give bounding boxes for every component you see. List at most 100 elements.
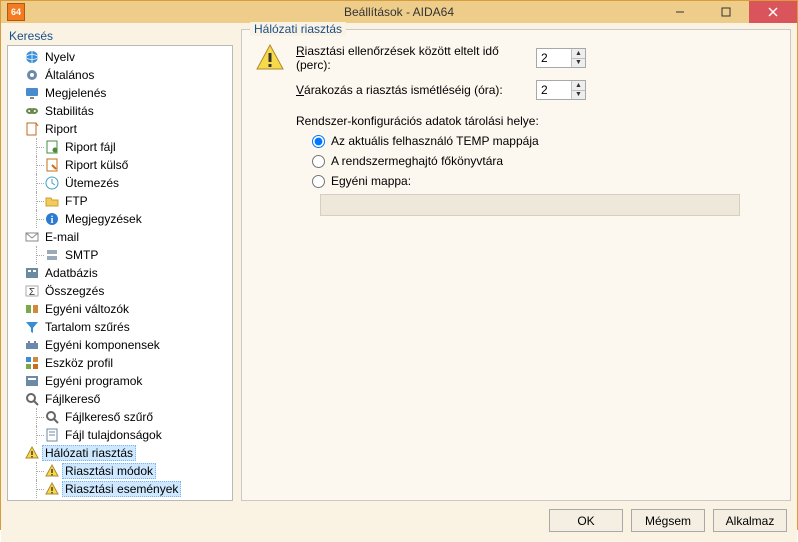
tree-label: Megjegyzések	[62, 212, 145, 226]
tree-label: Nyelv	[42, 50, 78, 64]
monitor-icon	[24, 85, 40, 101]
tree-item-smtp[interactable]: SMTP	[22, 246, 232, 264]
radio-sysdrive-root-input[interactable]	[312, 155, 325, 168]
tree-label: Tartalom szűrés	[42, 320, 133, 334]
tree-label: Fájlkereső	[42, 392, 103, 406]
tree-label: Riasztási események	[62, 481, 181, 497]
svg-text:Σ: Σ	[29, 287, 35, 298]
wait-repeat-input[interactable]	[537, 81, 571, 99]
svg-text:i: i	[51, 215, 54, 226]
tree-item-egyeni-programok[interactable]: Egyéni programok	[10, 372, 232, 390]
page-external-icon	[44, 157, 60, 173]
radio-custom-folder-input[interactable]	[312, 175, 325, 188]
tree-item-utemezes[interactable]: Ütemezés	[22, 174, 232, 192]
profile-icon	[24, 355, 40, 371]
server-icon	[44, 247, 60, 263]
storage-location-label: Rendszer-konfigurációs adatok tárolási h…	[296, 114, 778, 128]
spinner-down[interactable]: ▼	[572, 59, 585, 68]
window-controls	[657, 1, 797, 23]
folder-icon	[44, 193, 60, 209]
tree-item-fajlkereso-szuro[interactable]: Fájlkereső szűrő	[22, 408, 232, 426]
tree-item-tartalom-szures[interactable]: Tartalom szűrés	[10, 318, 232, 336]
tree-label: Hálózati riasztás	[42, 445, 136, 461]
tree-item-riasztasi-esemenyek[interactable]: Riasztási események	[22, 480, 232, 498]
warning-icon	[24, 445, 40, 461]
tree-label: Riasztási módok	[62, 463, 156, 479]
cancel-button[interactable]: Mégsem	[631, 509, 705, 532]
check-interval-row: Riasztási ellenőrzések között eltelt idő…	[296, 44, 778, 72]
tree-label: Stabilitás	[42, 104, 97, 118]
spinner-arrows: ▲ ▼	[571, 49, 585, 67]
tree-item-email[interactable]: E-mail	[10, 228, 232, 246]
mail-icon	[24, 229, 40, 245]
tree-item-egyeni-komponensek[interactable]: Egyéni komponensek	[10, 336, 232, 354]
sigma-icon: Σ	[24, 283, 40, 299]
right-panel: Hálózati riasztás Riasztási ellenőrzések…	[241, 29, 791, 501]
ok-button[interactable]: OK	[549, 509, 623, 532]
funnel-icon	[24, 319, 40, 335]
app-icon: 64	[7, 3, 25, 21]
tree-item-osszegzes[interactable]: Σ Összegzés	[10, 282, 232, 300]
search-icon	[44, 409, 60, 425]
radio-label: Egyéni mappa:	[331, 174, 411, 188]
tree-container[interactable]: Nyelv Általános Megjelenés	[7, 45, 233, 501]
components-icon	[24, 337, 40, 353]
tree-item-megjegyzesek[interactable]: i Megjegyzések	[22, 210, 232, 228]
tree-label: Egyéni komponensek	[42, 338, 163, 352]
variables-icon	[24, 301, 40, 317]
tree-item-riport[interactable]: Riport	[10, 120, 232, 138]
tree-label: Adatbázis	[42, 266, 101, 280]
radio-user-temp-input[interactable]	[312, 135, 325, 148]
tree-label: Eszköz profil	[42, 356, 116, 370]
spinner-down[interactable]: ▼	[572, 91, 585, 100]
radio-label: A rendszermeghajtó főkönyvtára	[331, 154, 503, 168]
clock-icon	[44, 175, 60, 191]
tree-item-eszkoz-profil[interactable]: Eszköz profil	[10, 354, 232, 372]
close-button[interactable]	[749, 1, 797, 23]
tree-item-riport-fajl[interactable]: Riport fájl	[22, 138, 232, 156]
tree-label: E-mail	[42, 230, 82, 244]
wait-repeat-spinner[interactable]: ▲ ▼	[536, 80, 586, 100]
tree-label: Fájl tulajdonságok	[62, 428, 165, 442]
tree-item-altalanos[interactable]: Általános	[10, 66, 232, 84]
tree-label: Egyéni programok	[42, 374, 145, 388]
tree-item-egyeni-valtozok[interactable]: Egyéni változók	[10, 300, 232, 318]
info-icon: i	[44, 211, 60, 227]
left-panel: Keresés Nyelv Általános	[7, 29, 233, 501]
tree-label: SMTP	[62, 248, 101, 262]
spinner-up[interactable]: ▲	[572, 49, 585, 59]
check-interval-spinner[interactable]: ▲ ▼	[536, 48, 586, 68]
wait-repeat-row: Várakozás a riasztás ismétléséig (óra): …	[296, 80, 778, 100]
fields: Riasztási ellenőrzések között eltelt idő…	[296, 42, 778, 216]
radio-user-temp[interactable]: Az aktuális felhasználó TEMP mappája	[312, 134, 778, 148]
tree-label: Egyéni változók	[42, 302, 132, 316]
tree-item-riport-kulso[interactable]: Riport külső	[22, 156, 232, 174]
tree-label: Riport külső	[62, 158, 131, 172]
tree-item-nyelv[interactable]: Nyelv	[10, 48, 232, 66]
database-icon	[24, 265, 40, 281]
spinner-arrows: ▲ ▼	[571, 81, 585, 99]
radio-custom-folder[interactable]: Egyéni mappa:	[312, 174, 778, 188]
titlebar: 64 Beállítások - AIDA64	[1, 1, 797, 23]
storage-radios: Az aktuális felhasználó TEMP mappája A r…	[312, 134, 778, 188]
maximize-button[interactable]	[703, 1, 749, 23]
tree-item-megjelenes[interactable]: Megjelenés	[10, 84, 232, 102]
tree-item-riasztasi-modok[interactable]: Riasztási módok	[22, 462, 232, 480]
tree-label: Riport fájl	[62, 140, 119, 154]
check-interval-label: Riasztási ellenőrzések között eltelt idő…	[296, 44, 526, 72]
tree-item-stabilitas[interactable]: Stabilitás	[10, 102, 232, 120]
check-interval-input[interactable]	[537, 49, 571, 67]
radio-sysdrive-root[interactable]: A rendszermeghajtó főkönyvtára	[312, 154, 778, 168]
minimize-button[interactable]	[657, 1, 703, 23]
tree-label: Általános	[42, 68, 97, 82]
settings-tree: Nyelv Általános Megjelenés	[8, 48, 232, 498]
apply-button[interactable]: Alkalmaz	[713, 509, 787, 532]
wait-repeat-label: Várakozás a riasztás ismétléséig (óra):	[296, 83, 526, 97]
tree-item-ftp[interactable]: FTP	[22, 192, 232, 210]
tree-item-fajlkereso[interactable]: Fájlkereső	[10, 390, 232, 408]
spinner-up[interactable]: ▲	[572, 81, 585, 91]
content-row: Keresés Nyelv Általános	[1, 23, 797, 501]
tree-item-adatbazis[interactable]: Adatbázis	[10, 264, 232, 282]
tree-item-halozati-riasztas[interactable]: Hálózati riasztás	[10, 444, 232, 462]
tree-item-fajl-tulajdonsagok[interactable]: Fájl tulajdonságok	[22, 426, 232, 444]
